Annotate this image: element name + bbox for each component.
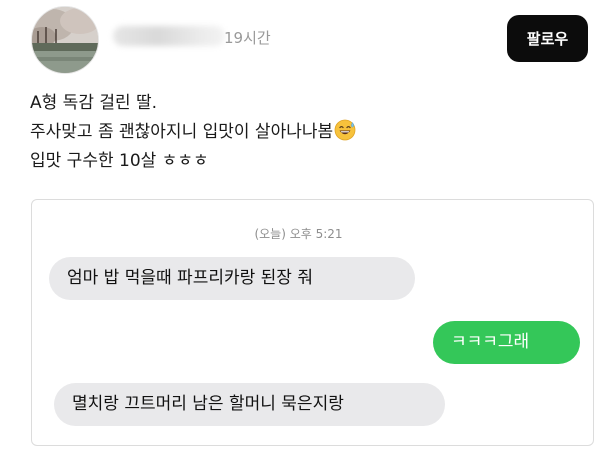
post-timestamp: 19시간 <box>224 29 271 47</box>
username-blurred[interactable] <box>113 26 225 46</box>
post-line: A형 독감 걸린 딸. <box>30 93 158 113</box>
post-line-with-emoji: 주사맞고 좀 괜찮아지니 입맛이 살아나나봄 <box>30 118 590 147</box>
outgoing-message: ㅋㅋㅋ그래 <box>433 321 580 364</box>
post-line: 입맛 구수한 10살 ㅎㅎㅎ <box>30 151 209 171</box>
post-header: 19시간 팔로우 <box>0 0 607 80</box>
avatar[interactable] <box>31 6 99 74</box>
post-line: 주사맞고 좀 괜찮아지니 입맛이 살아나나봄 <box>30 122 334 142</box>
follow-button[interactable]: 팔로우 <box>507 15 588 62</box>
incoming-message: 엄마 밥 먹을때 파프리카랑 된장 줘 <box>49 257 415 300</box>
incoming-message: 멸치랑 끄트머리 남은 할머니 묵은지랑 <box>54 383 445 426</box>
chat-screenshot: (오늘) 오후 5:21 엄마 밥 먹을때 파프리카랑 된장 줘 ㅋㅋㅋ그래 멸… <box>31 199 594 446</box>
post-body: A형 독감 걸린 딸. 주사맞고 좀 괜찮아지니 입맛이 살아나나봄 입맛 구수… <box>30 89 590 176</box>
avatar-image <box>32 7 98 73</box>
grinning-face-with-sweat-icon <box>334 119 356 151</box>
chat-date-label: (오늘) 오후 5:21 <box>254 227 343 241</box>
